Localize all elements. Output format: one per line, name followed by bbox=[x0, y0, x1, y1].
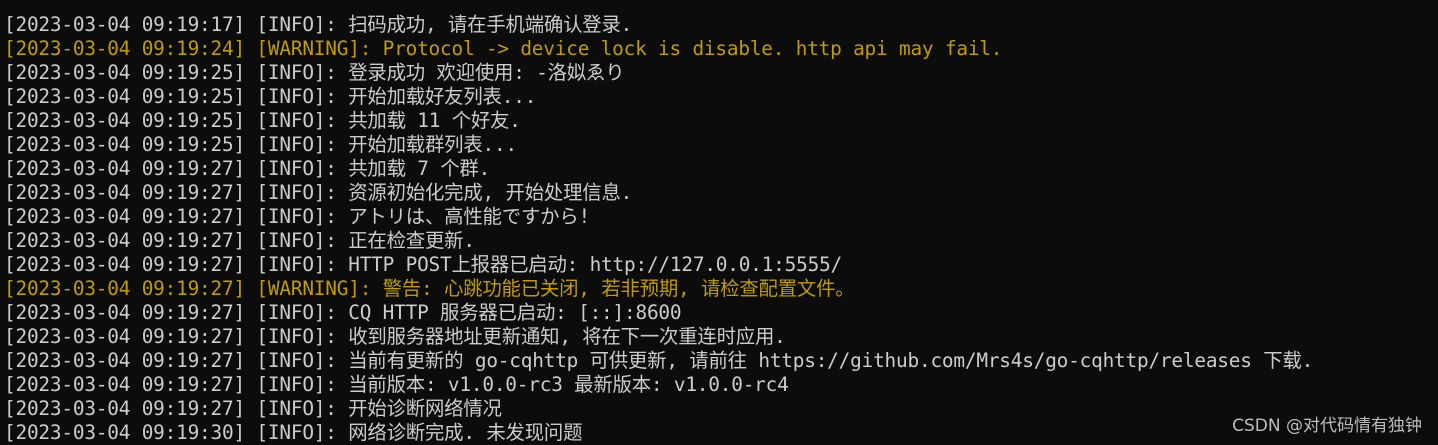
log-line: [2023-03-04 09:19:27] [INFO]: 共加载 7 个群. bbox=[4, 157, 491, 180]
log-line: [2023-03-04 09:19:17] [INFO]: 扫码成功, 请在手机… bbox=[4, 13, 633, 36]
log-line: [2023-03-04 09:19:30] [INFO]: 网络诊断完成. 未发… bbox=[4, 421, 583, 444]
log-line-warning: [2023-03-04 09:19:24] [WARNING]: Protoco… bbox=[4, 37, 1003, 60]
log-line: [2023-03-04 09:19:27] [INFO]: CQ HTTP 服务… bbox=[4, 301, 682, 324]
log-line: [2023-03-04 09:19:27] [INFO]: 资源初始化完成, 开… bbox=[4, 181, 633, 204]
log-line: [2023-03-04 09:19:27] [INFO]: 当前有更新的 go-… bbox=[4, 349, 1314, 372]
terminal-window[interactable]: [2023-03-04 09:19:17] [INFO]: 扫码成功, 请在手机… bbox=[0, 0, 1438, 445]
log-line: [2023-03-04 09:19:27] [INFO]: 开始诊断网络情况 bbox=[4, 397, 502, 420]
log-line: [2023-03-04 09:19:27] [INFO]: アトリは、高性能です… bbox=[4, 205, 590, 228]
log-line: [2023-03-04 09:19:25] [INFO]: 共加载 11 个好友… bbox=[4, 109, 521, 132]
log-line: [2023-03-04 09:19:27] [INFO]: 收到服务器地址更新通… bbox=[4, 325, 786, 348]
log-line: [2023-03-04 09:19:27] [INFO]: 正在检查更新. bbox=[4, 229, 475, 252]
log-line-warning: [2023-03-04 09:19:27] [WARNING]: 警告: 心跳功… bbox=[4, 277, 855, 300]
csdn-watermark: CSDN @对代码情有独钟 bbox=[1232, 416, 1422, 436]
log-line: [2023-03-04 09:19:25] [INFO]: 开始加载群列表... bbox=[4, 133, 517, 156]
log-line: [2023-03-04 09:19:27] [INFO]: HTTP POST上… bbox=[4, 253, 843, 276]
log-line: [2023-03-04 09:19:25] [INFO]: 开始加载好友列表..… bbox=[4, 85, 537, 108]
log-output: [2023-03-04 09:19:17] [INFO]: 扫码成功, 请在手机… bbox=[4, 13, 1313, 445]
log-line: [2023-03-04 09:19:27] [INFO]: 当前版本: v1.0… bbox=[4, 373, 789, 396]
log-line: [2023-03-04 09:19:25] [INFO]: 登录成功 欢迎使用:… bbox=[4, 61, 625, 84]
